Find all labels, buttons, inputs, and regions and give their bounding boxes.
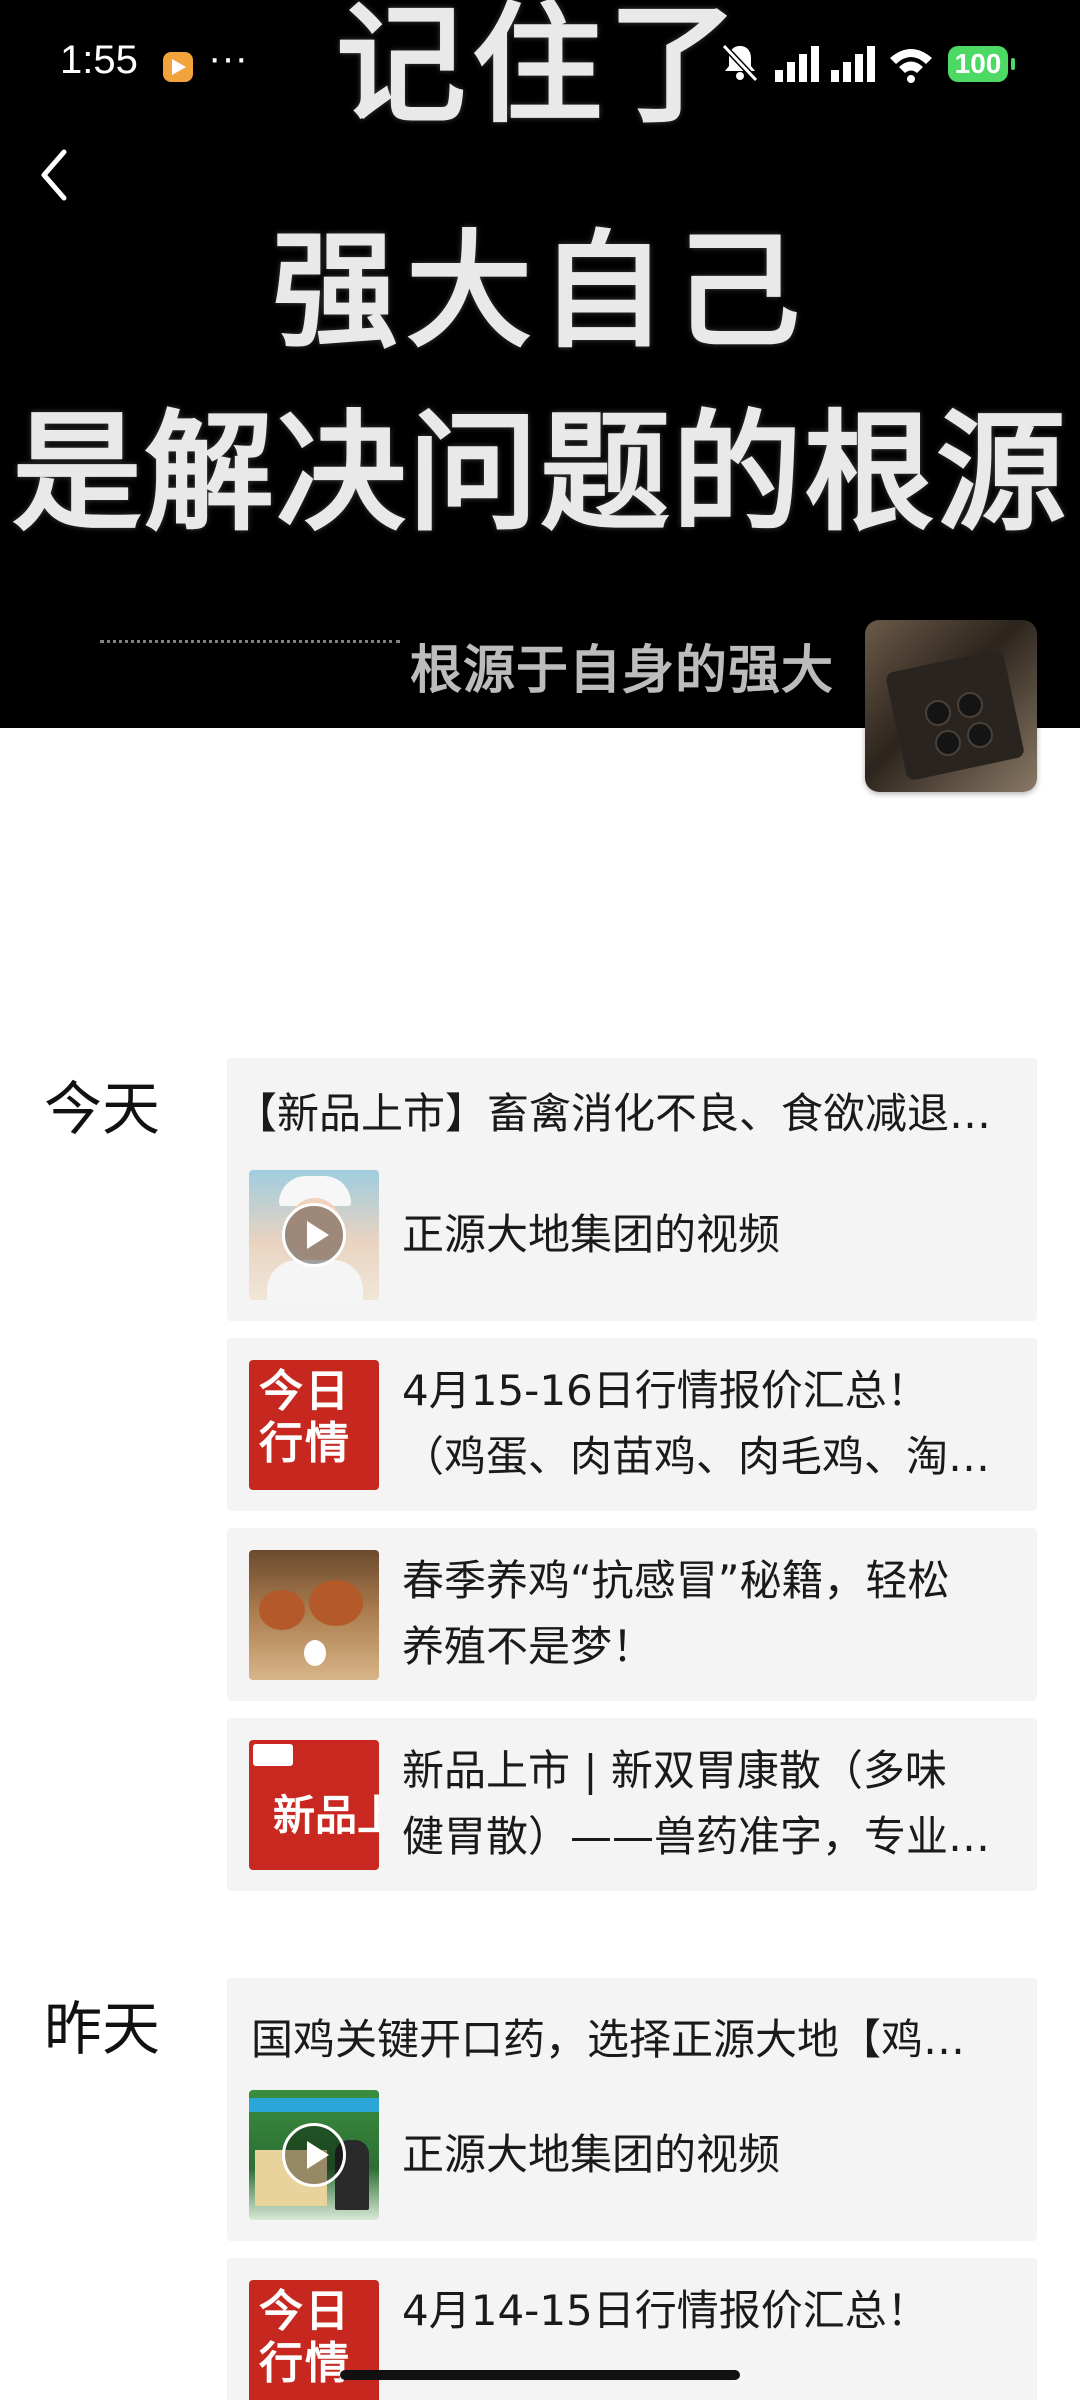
cup-shape [925,700,951,726]
item-text: 新品上市 | 新双胃康散（多味 健胃散）——兽药准字，专业解决 [402,1738,1002,1870]
item-title: 国鸡关键开口药，选择正源大地【鸡用】 [251,2015,991,2064]
list-item[interactable]: 【新品上市】畜禽消化不良、食欲减退的… 正源大地集团的视频 [227,1058,1037,1321]
list-item[interactable]: 春季养鸡“抗感冒”秘籍，轻松 养殖不是梦！ [227,1528,1037,1701]
hero-caption: 根源于自身的强大 [410,641,835,701]
egg-shape [304,1640,326,1666]
banner-shape [249,2098,379,2112]
list-item[interactable]: 新品上市 新品上市 | 新双胃康散（多味 健胃散）——兽药准字，专业解决 [227,1718,1037,1891]
hen-shape [259,1590,305,1630]
new-product-thumbnail: 新品上市 [249,1740,379,1870]
battery-indicator: 100 [948,46,1015,82]
item-text: 正源大地集团的视频 [402,1210,781,1259]
play-icon [282,2123,346,2187]
item-text: 春季养鸡“抗感冒”秘籍，轻松 养殖不是梦！ [402,1548,1002,1680]
cup-shape [957,692,983,718]
app-notification-icon [163,52,193,82]
video-thumbnail [249,1170,379,1300]
item-text-line2: （鸡蛋、肉苗鸡、肉毛鸡、淘汰鸡） [402,1432,1002,1481]
status-time: 1:55 [60,38,138,82]
wifi-icon [890,49,932,83]
item-text: 4月15-16日行情报价汇总！ （鸡蛋、肉苗鸡、肉毛鸡、淘汰鸡） [402,1358,1002,1490]
hero-text-line3: 是解决问题的根源 [11,397,1068,549]
more-notifications-indicator: ··· [208,36,248,80]
thumbnail-text: 新品上市 [273,1791,379,1840]
item-text-line2: 健胃散）——兽药准字，专业解决 [402,1812,1002,1861]
cup-shape [967,722,993,748]
back-chevron-icon[interactable] [30,140,80,210]
item-text-line1: 4月15-16日行情报价汇总！ [402,1366,929,1415]
hen-shape [309,1580,363,1626]
section-label-today: 今天 [44,1075,161,1143]
video-thumbnail [249,2090,379,2220]
list-item[interactable]: 今日 行情 4月15-16日行情报价汇总！ （鸡蛋、肉苗鸡、肉毛鸡、淘汰鸡） [227,1338,1037,1511]
home-indicator[interactable] [340,2370,740,2380]
item-title: 【新品上市】畜禽消化不良、食欲减退的… [235,1089,1015,1138]
status-bar: 1:55 ··· 100 [0,0,1080,130]
list-item[interactable]: 国鸡关键开口药，选择正源大地【鸡用】 正源大地集团的视频 [227,1978,1037,2241]
section-label-yesterday: 昨天 [44,1995,161,2063]
cup-shape [935,730,961,756]
profile-thumbnail[interactable] [865,620,1037,792]
page: 记住了 强大自己 是解决问题的根源 根源于自身的强大 1:55 ··· 100 … [0,0,1080,2400]
mute-bell-icon [721,43,759,83]
item-text: 4月14-15日行情报价汇总！ [402,2278,1002,2344]
item-text: 正源大地集团的视频 [402,2130,781,2179]
thumbnail-text: 今日 行情 [259,2286,351,2389]
chicken-thumbnail [249,1550,379,1680]
item-text-line2: 养殖不是梦！ [402,1622,655,1671]
tea-tray-image [884,648,1026,782]
item-text-line1: 新品上市 | 新双胃康散（多味 [402,1746,947,1795]
hero-text-line2: 强大自己 [272,218,808,365]
market-quote-thumbnail: 今日 行情 [249,1360,379,1490]
caption-fragment [100,640,400,653]
brand-badge [253,1744,293,1766]
play-icon [282,1203,346,1267]
market-quote-thumbnail: 今日 行情 [249,2280,379,2400]
thumbnail-text: 今日 行情 [259,1366,351,1469]
item-text-line1: 春季养鸡“抗感冒”秘籍，轻松 [402,1556,950,1605]
item-text-line1: 4月14-15日行情报价汇总！ [402,2286,929,2335]
